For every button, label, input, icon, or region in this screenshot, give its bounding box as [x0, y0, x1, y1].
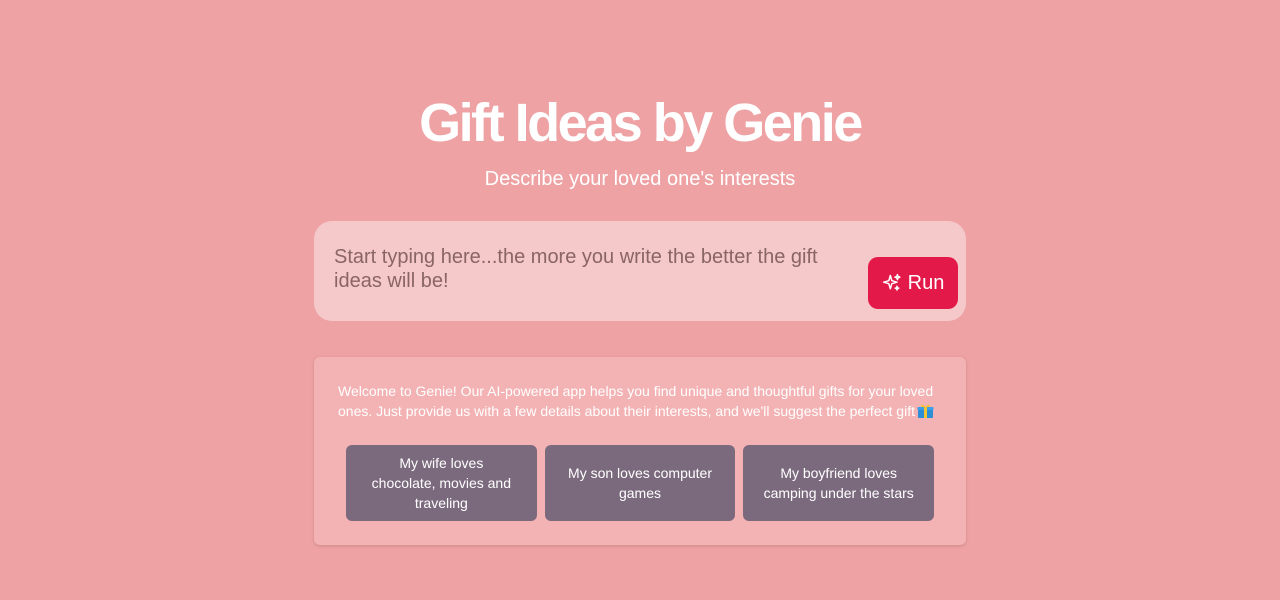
welcome-card: Welcome to Genie! Our AI-powered app hel… [314, 357, 966, 545]
welcome-message-text: Welcome to Genie! Our AI-powered app hel… [338, 383, 934, 419]
example-button-son[interactable]: My son loves computer games [544, 445, 736, 521]
page-subtitle: Describe your loved one's interests [484, 168, 796, 190]
sparkles-icon [882, 273, 902, 293]
interests-input[interactable] [334, 245, 854, 297]
example-button-boyfriend[interactable]: My boyfriend loves camping under the sta… [743, 445, 935, 521]
run-button[interactable]: Run [868, 257, 958, 309]
prompt-card: Run [314, 221, 966, 321]
welcome-message: Welcome to Genie! Our AI-powered app hel… [338, 381, 950, 424]
example-button-wife[interactable]: My wife loves chocolate, movies and trav… [346, 445, 537, 521]
example-prompts: My wife loves chocolate, movies and trav… [346, 445, 935, 521]
page-title: Gift Ideas by Genie [419, 93, 863, 153]
app-page: Gift Ideas by Genie Describe your loved … [0, 0, 1280, 600]
gift-icon [917, 403, 934, 424]
run-button-label: Run [907, 272, 945, 294]
